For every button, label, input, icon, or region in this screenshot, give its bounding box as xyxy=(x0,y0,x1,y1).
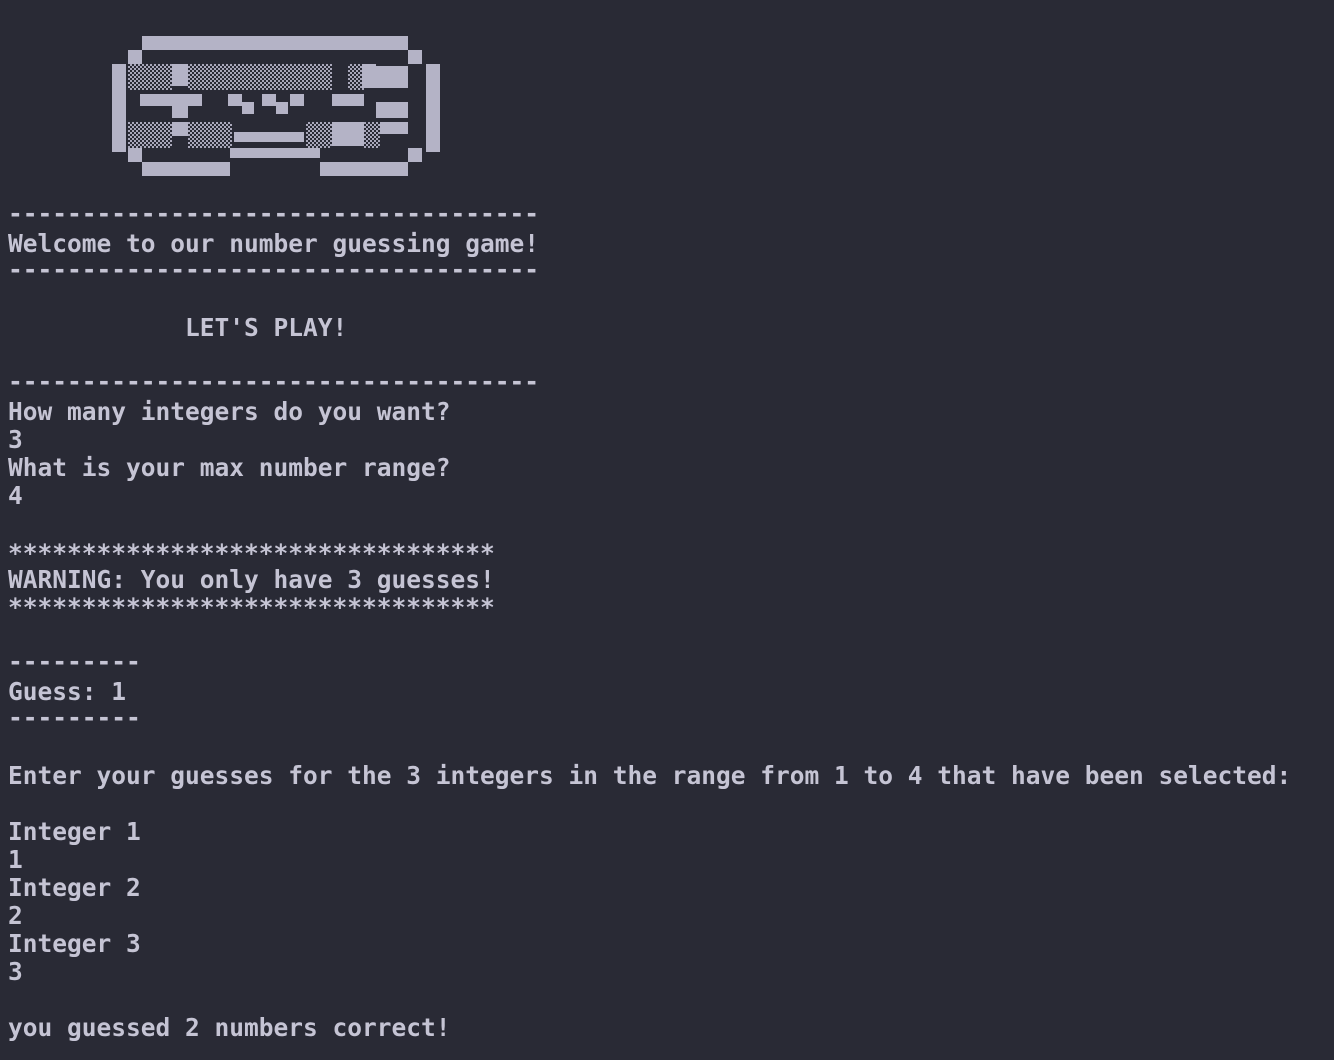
max-range-answer: 4 xyxy=(8,481,23,510)
max-range-question: What is your max number range? xyxy=(8,453,451,482)
separator-line: ------------------------------------ xyxy=(8,255,540,284)
guess-separator: --------- xyxy=(8,703,141,732)
star-separator: ********************************* xyxy=(8,593,495,622)
integer-count-question: How many integers do you want? xyxy=(8,397,451,426)
lets-play-text: LET'S PLAY! xyxy=(8,313,348,342)
integer-2-label: Integer 2 xyxy=(8,873,141,902)
welcome-text: Welcome to our number guessing game! xyxy=(8,229,540,258)
integer-1-value: 1 xyxy=(8,845,23,874)
guess-separator: --------- xyxy=(8,647,141,676)
result-text: you guessed 2 numbers correct! xyxy=(8,1013,451,1042)
separator-line: ------------------------------------ xyxy=(8,199,540,228)
star-separator: ********************************* xyxy=(8,539,495,568)
warning-text: WARNING: You only have 3 guesses! xyxy=(8,565,495,594)
integer-2-value: 2 xyxy=(8,901,23,930)
integer-1-label: Integer 1 xyxy=(8,817,141,846)
guess-number-label: Guess: 1 xyxy=(8,677,127,706)
guess-prompt: Enter your guesses for the 3 integers in… xyxy=(8,761,1292,790)
integer-3-label: Integer 3 xyxy=(8,929,141,958)
terminal-window: ------------------------------------ Wel… xyxy=(0,0,1334,1060)
separator-line: ------------------------------------ xyxy=(8,367,540,396)
integer-3-value: 3 xyxy=(8,957,23,986)
integer-count-answer: 3 xyxy=(8,425,23,454)
gamepad-ascii-art-icon xyxy=(112,36,440,176)
